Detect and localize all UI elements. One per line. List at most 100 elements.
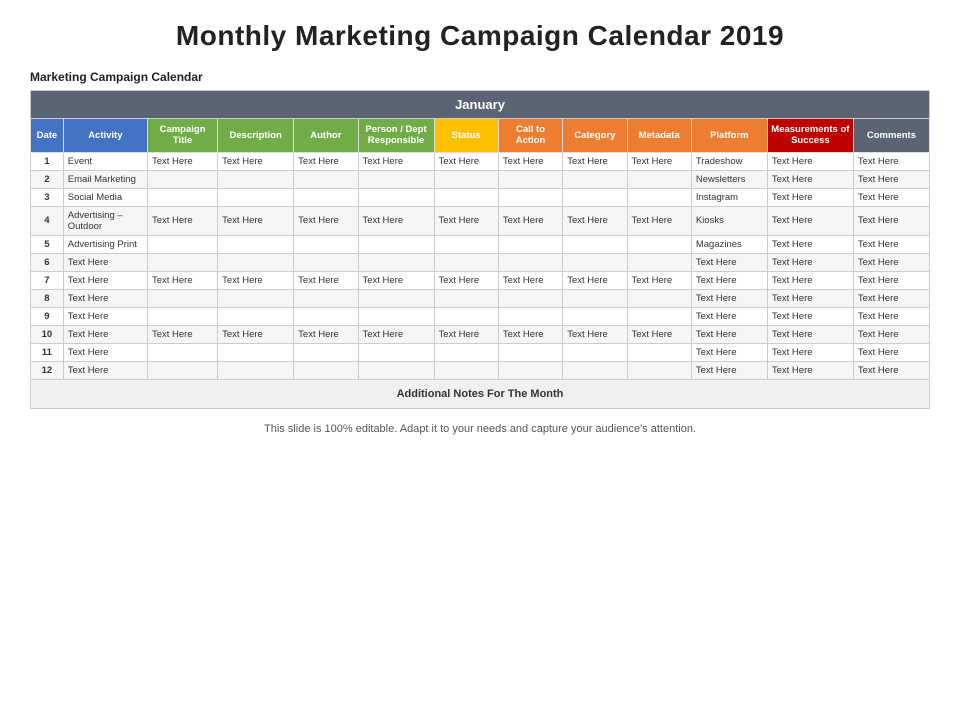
table-cell	[627, 170, 691, 188]
table-cell	[627, 343, 691, 361]
table-cell: Text Here	[563, 271, 627, 289]
table-cell	[563, 170, 627, 188]
table-cell	[358, 235, 434, 253]
table-cell: Text Here	[63, 289, 147, 307]
table-cell	[294, 188, 358, 206]
table-cell: Text Here	[218, 271, 294, 289]
table-cell: Kiosks	[691, 206, 767, 235]
table-row: 12Text HereText HereText HereText Here	[31, 361, 930, 379]
table-cell	[563, 235, 627, 253]
table-cell	[563, 361, 627, 379]
calendar-table: January Date Activity Campaign Title Des…	[30, 90, 930, 409]
table-cell: Text Here	[767, 271, 853, 289]
col-header-category: Category	[563, 119, 627, 153]
table-cell	[294, 235, 358, 253]
table-cell: Text Here	[767, 253, 853, 271]
table-cell: Text Here	[691, 325, 767, 343]
col-header-activity: Activity	[63, 119, 147, 153]
table-cell: 1	[31, 152, 64, 170]
table-cell	[147, 253, 217, 271]
table-cell: Text Here	[767, 343, 853, 361]
table-cell	[498, 343, 562, 361]
table-cell	[434, 289, 498, 307]
table-cell: Text Here	[767, 235, 853, 253]
table-cell: 10	[31, 325, 64, 343]
table-cell: Text Here	[147, 271, 217, 289]
footer-text: This slide is 100% editable. Adapt it to…	[30, 423, 930, 435]
table-cell	[563, 289, 627, 307]
table-cell	[294, 361, 358, 379]
table-cell: Text Here	[294, 325, 358, 343]
table-cell	[627, 253, 691, 271]
table-cell: Text Here	[853, 152, 929, 170]
table-cell: 9	[31, 307, 64, 325]
table-cell	[434, 343, 498, 361]
table-row: 2Email MarketingNewslettersText HereText…	[31, 170, 930, 188]
table-cell: Text Here	[853, 206, 929, 235]
table-cell: Text Here	[294, 271, 358, 289]
table-cell: Text Here	[691, 361, 767, 379]
table-cell: Text Here	[767, 325, 853, 343]
table-cell	[358, 253, 434, 271]
page-title: Monthly Marketing Campaign Calendar 2019	[30, 20, 930, 52]
table-row: 6Text HereText HereText HereText Here	[31, 253, 930, 271]
section-label: Marketing Campaign Calendar	[30, 70, 930, 84]
table-cell	[147, 188, 217, 206]
table-cell: Text Here	[563, 325, 627, 343]
table-cell: Text Here	[853, 307, 929, 325]
table-cell: Text Here	[853, 170, 929, 188]
table-cell: 3	[31, 188, 64, 206]
table-cell: Text Here	[767, 170, 853, 188]
table-row: 1EventText HereText HereText HereText He…	[31, 152, 930, 170]
table-cell: Text Here	[498, 152, 562, 170]
table-cell: Text Here	[691, 307, 767, 325]
table-cell: 12	[31, 361, 64, 379]
table-cell: Text Here	[434, 271, 498, 289]
table-cell: 6	[31, 253, 64, 271]
table-cell: Text Here	[767, 206, 853, 235]
table-cell	[434, 253, 498, 271]
table-cell	[498, 289, 562, 307]
table-cell: Text Here	[294, 206, 358, 235]
table-cell: Text Here	[691, 271, 767, 289]
table-cell: Text Here	[691, 343, 767, 361]
column-header-row: Date Activity Campaign Title Description…	[31, 119, 930, 153]
table-row: 7Text HereText HereText HereText HereTex…	[31, 271, 930, 289]
table-cell: Text Here	[691, 289, 767, 307]
table-cell	[294, 253, 358, 271]
table-cell: Text Here	[498, 206, 562, 235]
table-cell: 4	[31, 206, 64, 235]
table-cell	[358, 361, 434, 379]
table-cell: Advertising – Outdoor	[63, 206, 147, 235]
table-cell: Text Here	[358, 325, 434, 343]
table-cell	[218, 307, 294, 325]
table-cell: Event	[63, 152, 147, 170]
table-cell	[294, 289, 358, 307]
table-cell: Text Here	[498, 271, 562, 289]
table-cell	[358, 170, 434, 188]
table-row: 10Text HereText HereText HereText HereTe…	[31, 325, 930, 343]
col-header-date: Date	[31, 119, 64, 153]
table-cell	[563, 343, 627, 361]
notes-row: Additional Notes For The Month	[31, 379, 930, 408]
table-cell	[434, 361, 498, 379]
month-header-cell: January	[31, 91, 930, 119]
table-cell: Text Here	[853, 361, 929, 379]
table-cell: Email Marketing	[63, 170, 147, 188]
table-cell	[218, 170, 294, 188]
table-cell: Text Here	[147, 325, 217, 343]
table-cell	[358, 188, 434, 206]
table-cell: Text Here	[63, 325, 147, 343]
table-cell: Text Here	[853, 271, 929, 289]
table-cell: Text Here	[147, 206, 217, 235]
table-cell	[147, 307, 217, 325]
col-header-metadata: Metadata	[627, 119, 691, 153]
table-cell: Text Here	[63, 361, 147, 379]
table-cell: 11	[31, 343, 64, 361]
table-cell: Text Here	[627, 325, 691, 343]
table-cell	[627, 307, 691, 325]
table-cell	[434, 170, 498, 188]
table-cell: Text Here	[853, 289, 929, 307]
table-cell	[218, 343, 294, 361]
col-header-platform: Platform	[691, 119, 767, 153]
